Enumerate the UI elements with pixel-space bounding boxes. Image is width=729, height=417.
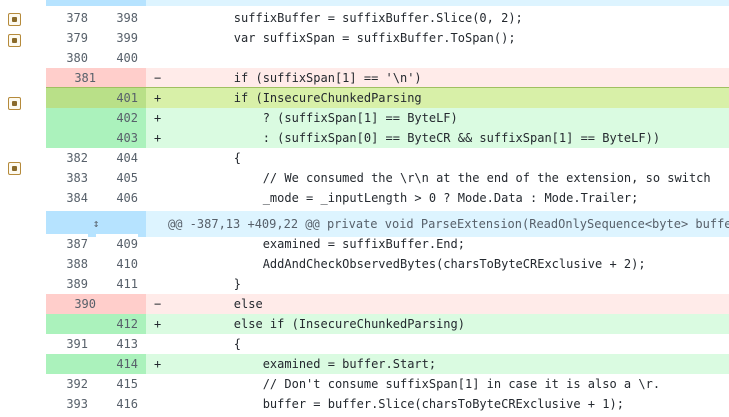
diff-sign: + [154,131,162,145]
new-line-number[interactable]: 401 [96,88,138,108]
comment-icon[interactable] [8,34,21,47]
code-line: } [176,277,242,291]
old-line-number[interactable]: 383 [46,168,88,188]
new-line-number[interactable]: 404 [96,148,138,168]
diff-line[interactable]: 403 + : (suffixSpan[0] == ByteCR && suffi… [46,128,729,148]
diff-view: 378 398 suffixBuffer = suffixBuffer.Slice… [46,0,729,417]
diff-line[interactable]: 390 − else [46,294,729,314]
code-line: if (suffixSpan[1] == '\n') [176,71,422,85]
old-line-number[interactable]: 390 [46,294,96,314]
old-line-number[interactable]: 384 [46,188,88,208]
diff-sign: + [154,111,162,125]
new-line-number[interactable]: 406 [96,188,138,208]
old-line-number[interactable] [46,354,88,374]
new-line-number[interactable]: 398 [96,8,138,28]
old-line-number[interactable] [46,314,88,334]
new-line-number[interactable]: 403 [96,128,138,148]
old-line-number[interactable]: 387 [46,234,88,254]
diff-line[interactable]: 412 + else if (InsecureChunkedParsing) [46,314,729,334]
code-line: else if (InsecureChunkedParsing) [176,317,465,331]
new-line-number[interactable]: 410 [96,254,138,274]
new-line-number[interactable]: 405 [96,168,138,188]
code-line: { [176,151,242,165]
new-line-number[interactable]: 400 [96,48,138,68]
diff-line[interactable]: 414 + examined = buffer.Start; [46,354,729,374]
old-line-number[interactable]: 381 [46,68,96,88]
old-line-number[interactable] [46,128,88,148]
diff-line[interactable]: 382 404 { [46,148,729,168]
code-line: // We consumed the \r\n at the end of th… [176,171,711,185]
comment-gutter [0,0,46,417]
diff-sign: + [154,357,162,371]
code-line: examined = buffer.Start; [176,357,437,371]
code-line: else [176,297,263,311]
diff-line[interactable]: 393 416 buffer = buffer.Slice(charsToByte… [46,394,729,414]
diff-line[interactable]: 389 411 } [46,274,729,294]
expand-icon[interactable]: ↕ [86,217,106,231]
code-line: buffer = buffer.Slice(charsToByteCRExclu… [176,397,624,411]
diff-line[interactable]: 383 405 // We consumed the \r\n at the en… [46,168,729,188]
diff-line[interactable]: 381 − if (suffixSpan[1] == '\n') [46,68,729,88]
new-line-number[interactable] [96,68,138,88]
hunk-header-top [46,0,729,6]
comment-icon[interactable] [8,13,21,26]
new-line-number[interactable]: 414 [96,354,138,374]
old-line-number[interactable] [46,108,88,128]
hunk-gutter [46,0,146,6]
diff-sign: − [154,71,162,85]
code-line: ? (suffixSpan[1] == ByteLF) [176,111,458,125]
code-line: if (InsecureChunkedParsing [176,91,422,105]
new-line-number[interactable]: 411 [96,274,138,294]
diff-line[interactable]: 391 413 { [46,334,729,354]
old-line-number[interactable]: 389 [46,274,88,294]
diff-sign: + [154,317,162,331]
diff-line[interactable]: 401 + if (InsecureChunkedParsing [46,87,729,109]
new-line-number[interactable]: 409 [96,234,138,254]
comment-icon[interactable] [8,162,21,175]
old-line-number[interactable]: 393 [46,394,88,414]
diff-line[interactable]: 378 398 suffixBuffer = suffixBuffer.Slice… [46,8,729,28]
code-line: { [176,337,242,351]
diff-line[interactable]: 387 409 examined = suffixBuffer.End; [46,234,729,254]
code-line: _mode = _inputLength > 0 ? Mode.Data : M… [176,191,639,205]
new-line-number[interactable]: 415 [96,374,138,394]
comment-icon[interactable] [8,97,21,110]
code-line: var suffixSpan = suffixBuffer.ToSpan(); [176,31,516,45]
code-line: examined = suffixBuffer.End; [176,237,465,251]
code-line: // Don't consume suffixSpan[1] in case i… [176,377,661,391]
old-line-number[interactable]: 378 [46,8,88,28]
diff-line[interactable]: 402 + ? (suffixSpan[1] == ByteLF) [46,108,729,128]
old-line-number[interactable] [46,88,88,108]
old-line-number[interactable]: 391 [46,334,88,354]
diff-line[interactable]: 379 399 var suffixSpan = suffixBuffer.ToS… [46,28,729,48]
new-line-number[interactable]: 413 [96,334,138,354]
old-line-number[interactable]: 380 [46,48,88,68]
diff-sign: + [154,91,162,105]
new-line-number[interactable]: 416 [96,394,138,414]
diff-line[interactable]: 388 410 AddAndCheckObservedBytes(charsToB… [46,254,729,274]
old-line-number[interactable]: 382 [46,148,88,168]
old-line-number[interactable]: 388 [46,254,88,274]
diff-line[interactable]: 384 406 _mode = _inputLength > 0 ? Mode.D… [46,188,729,208]
diff-sign: − [154,297,162,311]
new-line-number[interactable]: 399 [96,28,138,48]
diff-line[interactable]: 392 415 // Don't consume suffixSpan[1] in… [46,374,729,394]
old-line-number[interactable]: 379 [46,28,88,48]
new-line-number[interactable] [96,294,138,314]
new-line-number[interactable]: 412 [96,314,138,334]
new-line-number[interactable]: 402 [96,108,138,128]
code-line: suffixBuffer = suffixBuffer.Slice(0, 2); [176,11,523,25]
old-line-number[interactable]: 392 [46,374,88,394]
code-line: : (suffixSpan[0] == ByteCR && suffixSpan… [176,131,661,145]
diff-line[interactable]: 380 400 [46,48,729,68]
code-line: AddAndCheckObservedBytes(charsToByteCREx… [176,257,646,271]
